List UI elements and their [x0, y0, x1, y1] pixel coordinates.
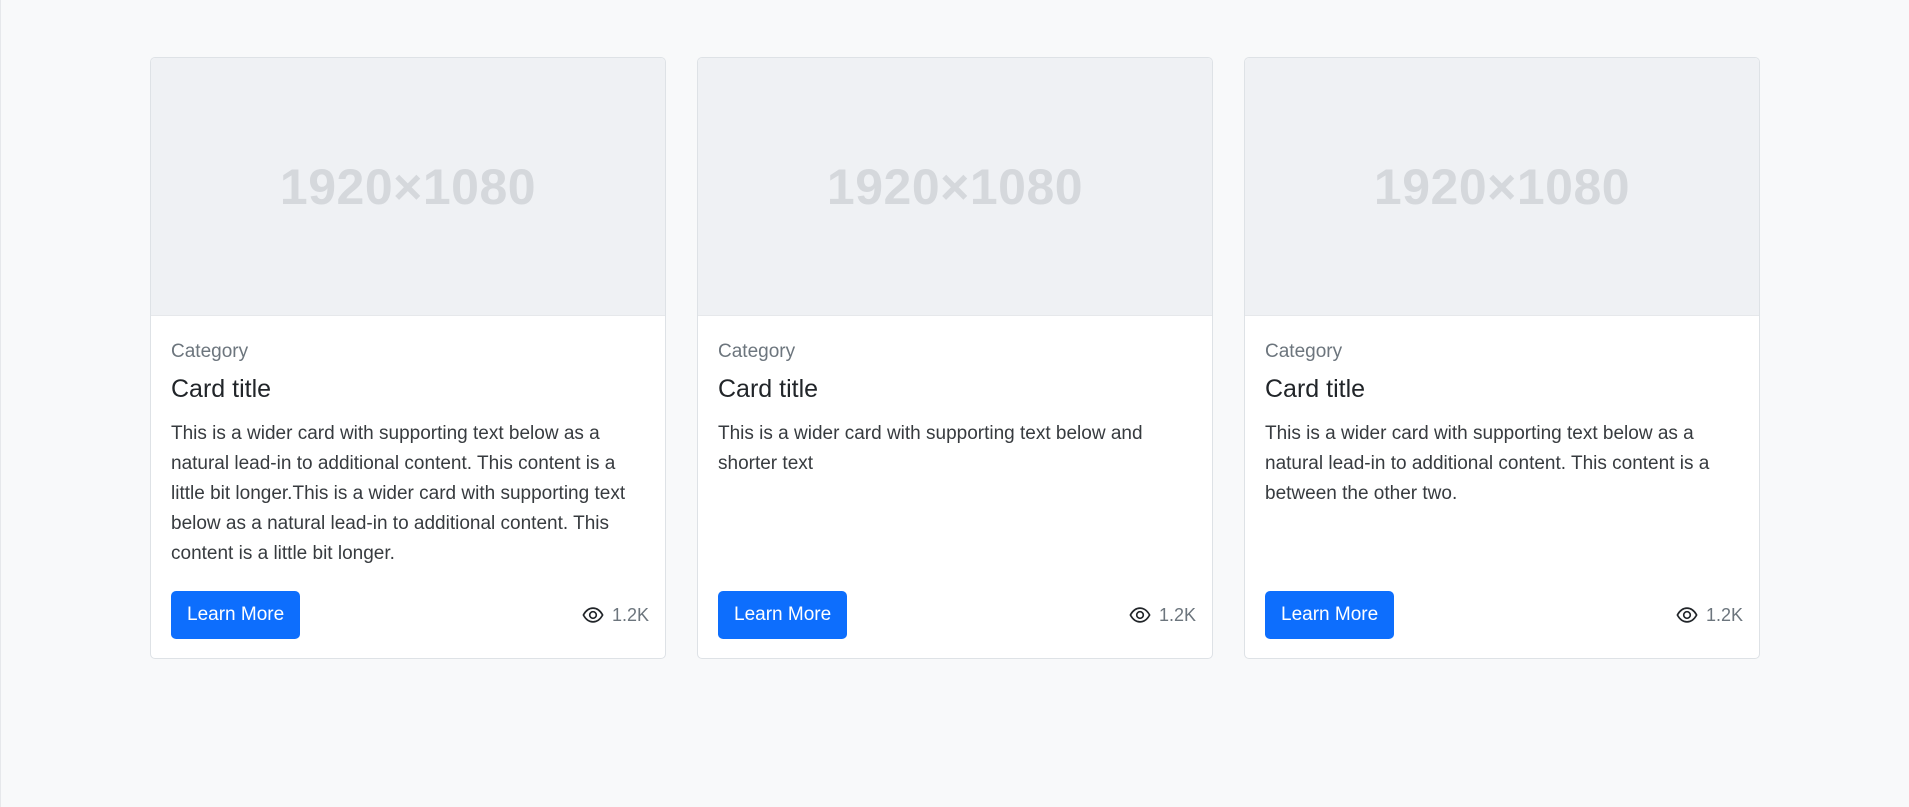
card: 1920×1080 Category Card title This is a … [1244, 57, 1760, 659]
card-footer: Learn More 1.2K [718, 591, 1196, 639]
learn-more-button[interactable]: Learn More [171, 591, 301, 639]
view-count-value: 1.2K [1705, 604, 1743, 625]
card-category: Category [718, 341, 796, 362]
card-grid: 1920×1080 Category Card title This is a … [150, 57, 1760, 659]
card-text: This is a wider card with supporting tex… [171, 423, 626, 564]
card-body: Category Card title This is a wider card… [698, 316, 1212, 658]
card-footer: Learn More 1.2K [171, 591, 649, 639]
card-image-placeholder: 1920×1080 [1245, 58, 1759, 316]
card-title: Card title [1265, 375, 1366, 403]
page: 1920×1080 Category Card title This is a … [0, 0, 1909, 807]
card-image-placeholder: 1920×1080 [151, 58, 665, 316]
card: 1920×1080 Category Card title This is a … [150, 57, 666, 659]
view-count-value: 1.2K [611, 604, 649, 625]
eye-icon [1129, 607, 1151, 623]
view-count: 1.2K [582, 604, 649, 626]
card-title: Card title [718, 375, 819, 403]
view-count: 1.2K [1129, 604, 1196, 626]
card-category: Category [1265, 341, 1343, 362]
card-text: This is a wider card with supporting tex… [718, 423, 1143, 474]
card-image-placeholder: 1920×1080 [698, 58, 1212, 316]
eye-icon [582, 607, 604, 623]
card: 1920×1080 Category Card title This is a … [697, 57, 1213, 659]
image-size-label: 1920×1080 [1373, 158, 1631, 215]
image-size-label: 1920×1080 [826, 158, 1084, 215]
card-text: This is a wider card with supporting tex… [1265, 423, 1710, 504]
card-footer: Learn More 1.2K [1265, 591, 1743, 639]
learn-more-button[interactable]: Learn More [1265, 591, 1395, 639]
card-body: Category Card title This is a wider card… [1245, 316, 1759, 658]
card-title: Card title [171, 375, 272, 403]
card-body: Category Card title This is a wider card… [151, 316, 665, 658]
view-count-value: 1.2K [1158, 604, 1196, 625]
view-count: 1.2K [1676, 604, 1743, 626]
learn-more-button[interactable]: Learn More [718, 591, 848, 639]
eye-icon [1676, 607, 1698, 623]
card-category: Category [171, 341, 249, 362]
image-size-label: 1920×1080 [279, 158, 537, 215]
